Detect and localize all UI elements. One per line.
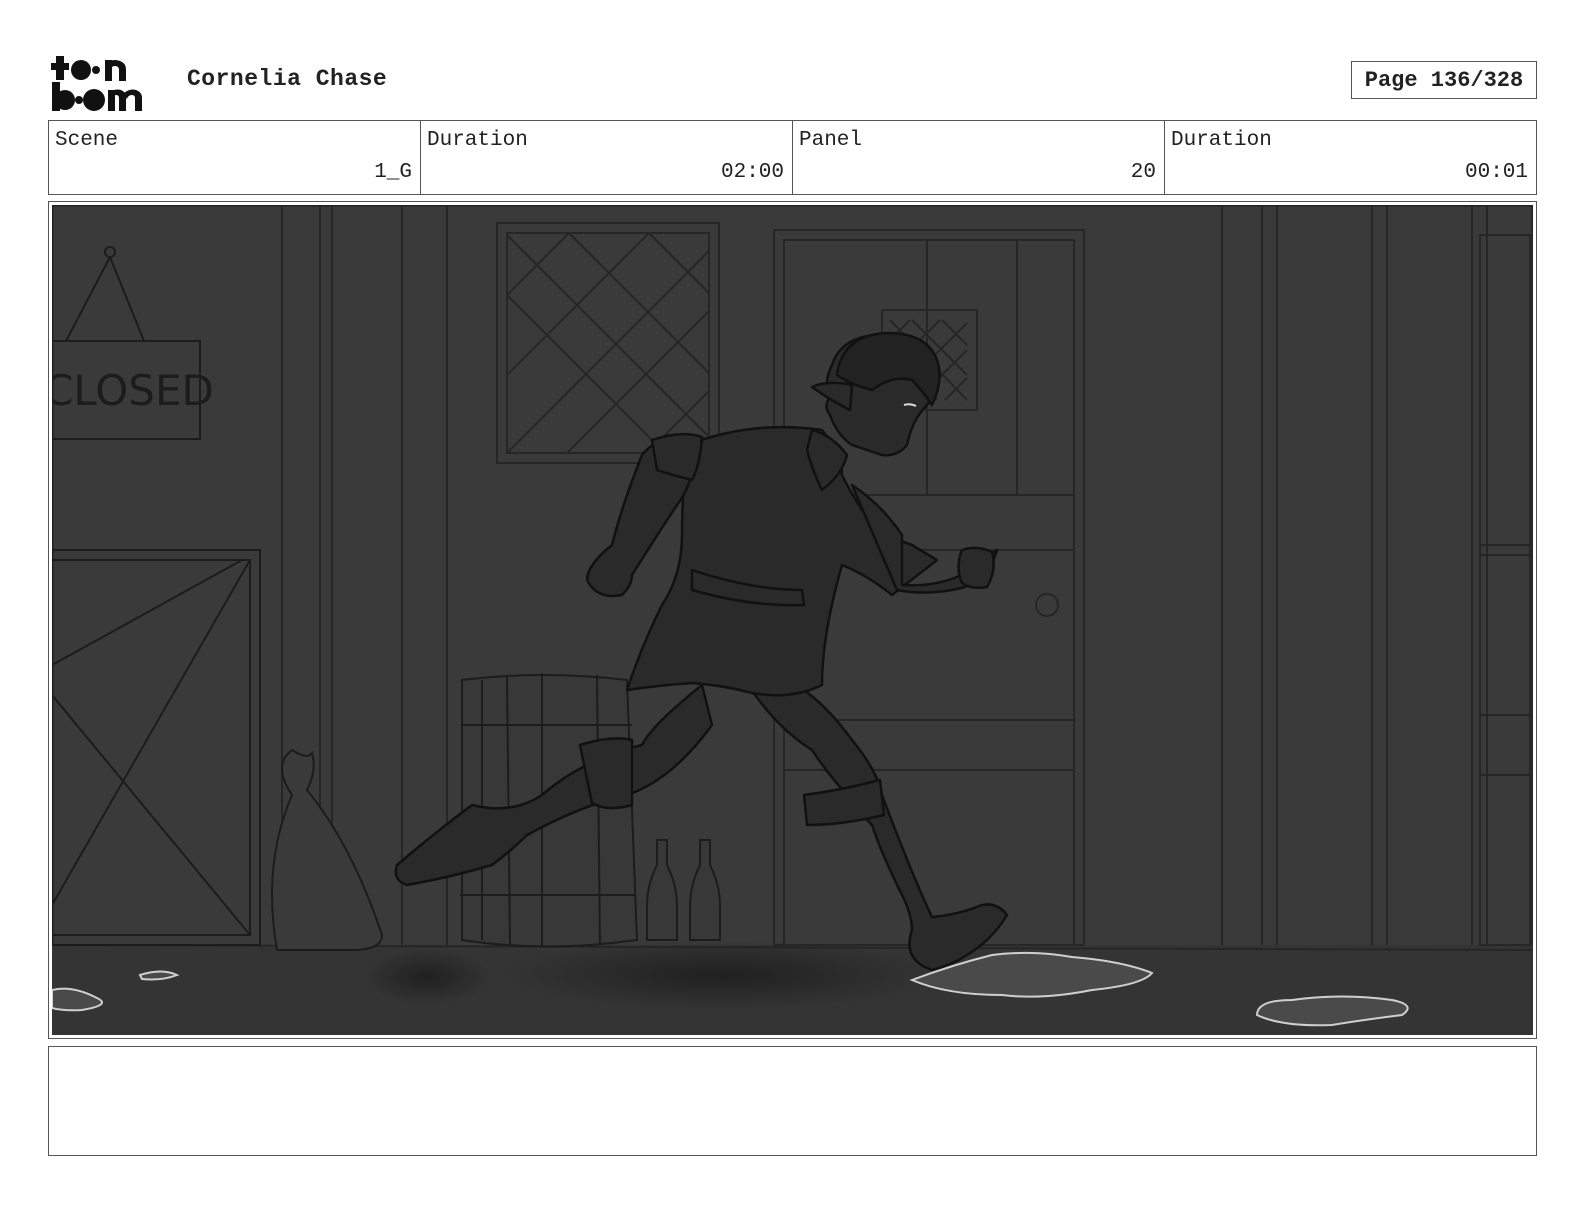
scene-duration-cell: Duration 02:00 [421, 121, 793, 194]
scene-duration-value: 02:00 [720, 161, 784, 184]
page-number: Page 136/328 [1351, 61, 1537, 99]
storyboard-panel: CLOSED [48, 201, 1537, 1039]
panel-notes-box [48, 1046, 1537, 1156]
panel-cell: Panel 20 [793, 121, 1165, 194]
panel-info-table: Scene 1_G Duration 02:00 Panel 20 Durati… [48, 120, 1537, 195]
toonboom-logo [51, 56, 142, 111]
scene-value: 1_G [374, 161, 412, 184]
panel-value: 20 [1130, 161, 1156, 184]
panel-duration-cell: Duration 00:01 [1165, 121, 1536, 194]
panel-duration-label: Duration [1171, 129, 1272, 152]
scene-cell: Scene 1_G [49, 121, 421, 194]
panel-label: Panel [799, 129, 863, 152]
project-title: Cornelia Chase [187, 66, 388, 92]
scene-duration-label: Duration [427, 129, 528, 152]
panel-duration-value: 00:01 [1464, 161, 1528, 184]
closed-sign-text: CLOSED [52, 366, 214, 415]
scene-label: Scene [55, 129, 119, 152]
panel-drawing: CLOSED [52, 205, 1533, 1035]
